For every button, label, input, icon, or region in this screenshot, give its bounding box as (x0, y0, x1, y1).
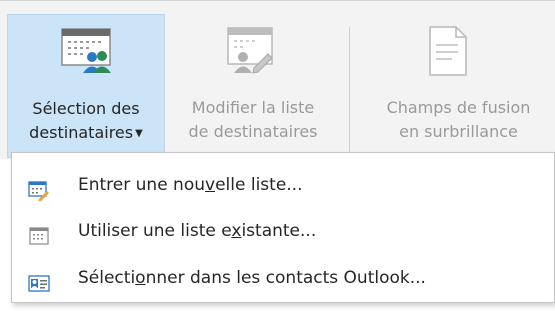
menu-item-existing-list-label-post: istante... (241, 221, 317, 241)
existing-list-icon (28, 220, 50, 245)
edit-recipient-list-label-line2: de destinataires (188, 122, 318, 141)
menu-item-existing-list-access-key: x (231, 221, 242, 241)
new-list-icon (28, 174, 50, 202)
menu-item-existing-list[interactable]: Utiliser une liste existante... (12, 209, 555, 253)
menu-item-new-list-label-post: elle liste... (215, 175, 303, 195)
dropdown-arrow-icon: ▼ (135, 128, 143, 139)
highlight-merge-fields-label-line2: en surbrillance (399, 122, 518, 141)
menu-item-outlook-contacts[interactable]: Sélectionner dans les contacts Outlook..… (12, 256, 555, 300)
menu-item-outlook-contacts-label-post: nner dans les contacts Outlook... (145, 268, 426, 288)
edit-recipient-list-label-line1: Modifier la liste (191, 98, 315, 117)
recipients-dropdown-menu: Entrer une nouvelle liste... Utiliser un… (11, 152, 555, 303)
highlight-merge-fields-icon (426, 24, 470, 85)
edit-recipient-list-button[interactable]: Modifier la liste de destinataires (168, 14, 338, 158)
menu-item-new-list[interactable]: Entrer une nouvelle liste... (12, 163, 555, 207)
select-recipients-label-line1: Sélection des (32, 99, 140, 118)
menu-item-outlook-contacts-label-pre: Sélecti (78, 268, 136, 288)
highlight-merge-fields-label-line1: Champs de fusion (386, 98, 531, 117)
mail-recipients-icon (60, 25, 112, 84)
ribbon: Sélection des destinataires ▼ Modifier la… (0, 0, 555, 159)
menu-item-new-list-access-key: v (205, 175, 216, 195)
menu-item-outlook-contacts-access-key: o (135, 268, 146, 288)
highlight-merge-fields-button[interactable]: Champs de fusion en surbrillance (362, 14, 555, 158)
edit-recipient-list-icon (226, 24, 278, 83)
menu-item-new-list-label-pre: Entrer une nou (78, 175, 206, 195)
select-recipients-button[interactable]: Sélection des destinataires ▼ (7, 14, 165, 158)
select-recipients-label-line2: destinataires (29, 123, 134, 142)
ribbon-separator (349, 27, 350, 155)
outlook-contacts-icon (28, 267, 50, 292)
menu-item-existing-list-label-pre: Utiliser une liste e (78, 221, 232, 241)
